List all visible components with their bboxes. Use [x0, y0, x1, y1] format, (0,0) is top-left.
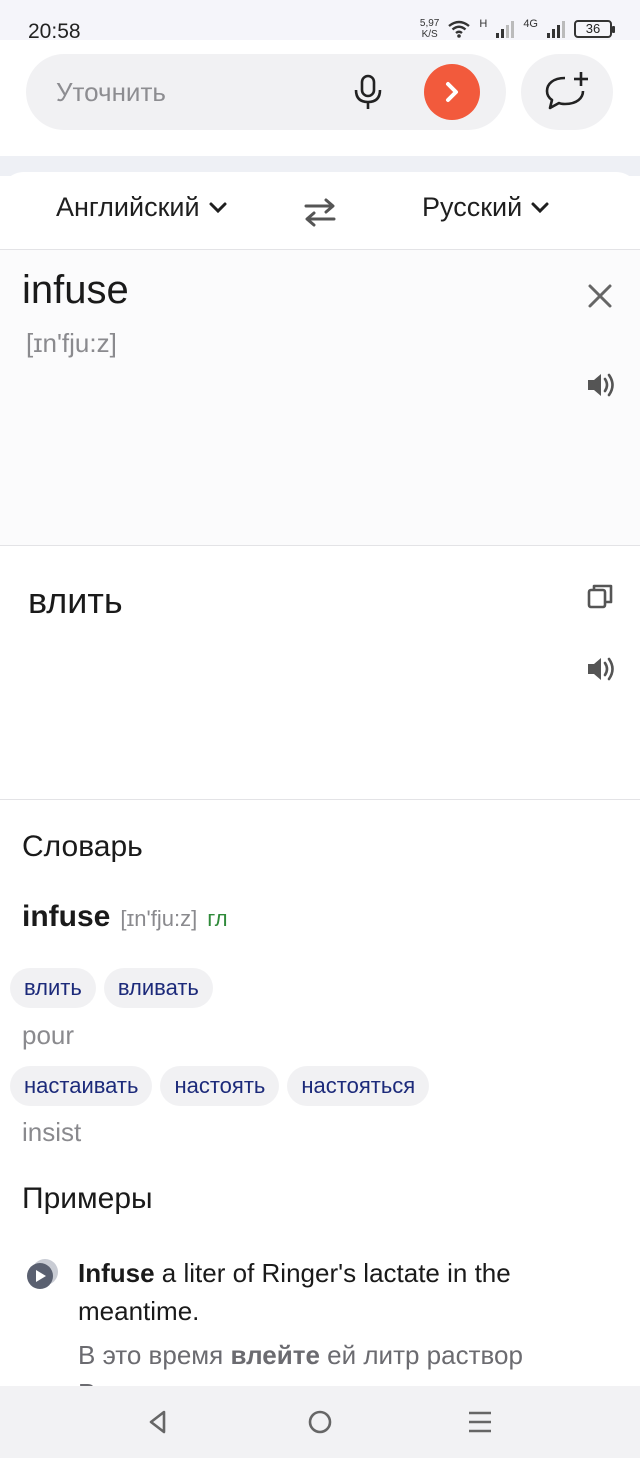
back-icon[interactable] — [144, 1408, 172, 1436]
speaker-icon[interactable] — [584, 652, 618, 686]
translation-chips-row: настаивать настоять настояться — [10, 1066, 430, 1106]
back-translation: insist — [22, 1117, 82, 1147]
dictionary-entry-head: infuse [ɪn'fju:z] гл — [22, 900, 228, 934]
source-language-label: Английский — [56, 192, 200, 222]
example-target-highlight: влейте — [230, 1340, 320, 1370]
microphone-icon[interactable] — [348, 72, 388, 112]
network-speed-value: 5,97 — [419, 18, 440, 29]
search-bar — [26, 54, 506, 130]
menu-icon[interactable] — [466, 1408, 494, 1436]
chevron-down-icon — [531, 202, 549, 213]
system-navigation-bar — [0, 1386, 640, 1458]
go-button[interactable] — [424, 64, 480, 120]
example-source-highlight: Infuse — [78, 1258, 155, 1288]
translation-chip[interactable]: влить — [10, 968, 96, 1008]
dictionary-transcription: [ɪn'fju:z] — [120, 906, 198, 931]
search-card — [0, 40, 640, 158]
translation-chip[interactable]: настояться — [287, 1066, 430, 1106]
translation-chips-row: влить вливать — [10, 968, 213, 1008]
source-transcription: [ɪn'fju:z] — [26, 328, 117, 358]
dictionary-word: infuse — [22, 900, 111, 933]
examples-title: Примеры — [22, 1182, 153, 1215]
speaker-icon[interactable] — [584, 368, 618, 402]
wifi-icon — [448, 20, 471, 38]
source-text-panel[interactable]: infuse [ɪn'fju:z] — [0, 250, 640, 546]
signal-2-icon — [547, 21, 565, 38]
target-language-selector[interactable]: Русский — [422, 192, 550, 223]
chat-plus-icon — [545, 72, 588, 110]
target-language-label: Русский — [422, 192, 523, 222]
example-source: Infuse a liter of Ringer's lactate in th… — [78, 1254, 618, 1330]
status-icons: 5,97 K/S H 4G 36 — [420, 18, 615, 40]
copy-icon[interactable] — [584, 580, 616, 612]
translation-text: влить — [28, 580, 123, 621]
network-speed: 5,97 K/S — [420, 18, 439, 40]
network-speed-unit: K/S — [421, 29, 438, 40]
signal-1-icon — [496, 21, 515, 38]
signal-2-label: 4G — [523, 18, 538, 30]
translation-chip[interactable]: вливать — [103, 968, 213, 1008]
new-chat-button[interactable] — [521, 54, 613, 130]
close-icon[interactable] — [584, 280, 616, 312]
search-input[interactable] — [56, 54, 336, 130]
source-language-selector[interactable]: Английский — [56, 192, 228, 223]
chevron-down-icon — [209, 202, 227, 213]
part-of-speech: гл — [207, 906, 228, 931]
back-translation: pour — [22, 1020, 75, 1050]
play-example-icon[interactable] — [24, 1256, 60, 1292]
language-bar: Английский Русский — [0, 172, 640, 250]
translation-panel: влить — [0, 546, 640, 800]
battery-icon: 36 — [574, 20, 615, 38]
translation-chip[interactable]: настоять — [160, 1066, 280, 1106]
dictionary-title: Словарь — [22, 830, 143, 863]
source-text[interactable]: infuse — [22, 268, 129, 313]
swap-languages-icon[interactable] — [300, 192, 340, 232]
chevron-right-icon — [446, 82, 458, 102]
translation-chip[interactable]: настаивать — [10, 1066, 153, 1106]
example-target-pre: В это время — [78, 1340, 231, 1370]
signal-1-label: H — [479, 18, 488, 30]
home-icon[interactable] — [306, 1408, 334, 1436]
